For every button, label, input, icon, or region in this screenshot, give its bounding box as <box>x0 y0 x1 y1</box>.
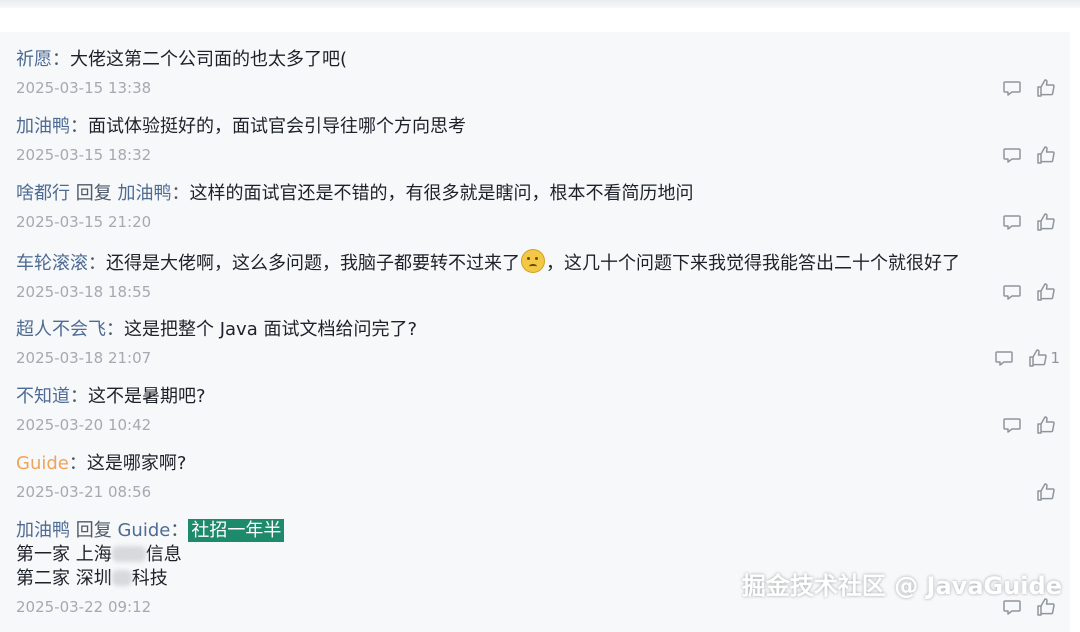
previous-content-strip <box>0 0 1080 8</box>
redacted-text <box>111 570 132 586</box>
reply-label: 回复 <box>75 520 112 541</box>
thumbs-up-icon[interactable] <box>1036 212 1056 232</box>
comment-timestamp: 2025-03-21 08:56 <box>16 483 152 501</box>
comment-separator: ： <box>171 183 190 204</box>
comment-text-continued: ，这几十个问题下来我觉得我能答出二十个就很好了 <box>546 253 960 274</box>
comment-item: 加油鸭 回复 Guide： 社招一年半 第一家 上海 信息 第二家 深圳 科技 202… <box>16 519 1056 617</box>
comment-username[interactable]: 车轮滚滚 <box>16 253 88 274</box>
comment-text: 大佬这第二个公司面的也太多了吧( <box>70 49 348 70</box>
thumbs-up-icon[interactable] <box>1036 145 1056 165</box>
reply-target-username[interactable]: Guide <box>117 520 170 541</box>
comment-username[interactable]: 不知道 <box>16 386 70 407</box>
comment-timestamp: 2025-03-15 21:20 <box>16 213 152 231</box>
like-count: 1 <box>1050 349 1060 367</box>
comment-bubble-icon[interactable] <box>1002 78 1022 98</box>
comment-text: 第一家 上海 <box>16 544 112 565</box>
comment-item: 啥都行 回复 加油鸭：这样的面试官还是不错的，有很多就是瞎问，根本不看简历地问 … <box>16 182 1056 232</box>
comment-item: Guide：这是哪家啊? 2025-03-21 08:56 <box>16 452 1056 502</box>
comment-line: 第一家 上海 信息 <box>16 543 1056 567</box>
comment-text: 面试体验挺好的，面试官会引导往哪个方向思考 <box>88 116 466 137</box>
comment-separator: ： <box>52 49 70 70</box>
redacted-text <box>111 546 146 562</box>
comment-text: 第二家 深圳 <box>16 568 112 589</box>
thumbs-up-icon[interactable] <box>1036 482 1056 502</box>
thumbs-up-icon[interactable] <box>1036 78 1056 98</box>
comment-item: 超人不会飞：这是把整个 Java 面试文档给问完了? 2025-03-18 21… <box>16 318 1060 368</box>
comment-item: 加油鸭：面试体验挺好的，面试官会引导往哪个方向思考 2025-03-15 18:… <box>16 115 1056 165</box>
pleading-face-emoji-icon <box>521 249 545 273</box>
comment-bubble-icon[interactable] <box>994 348 1014 368</box>
comment-separator: ： <box>70 116 88 137</box>
thumbs-up-icon[interactable] <box>1036 282 1056 302</box>
thumbs-up-icon[interactable] <box>1036 415 1056 435</box>
comment-bubble-icon[interactable] <box>1002 145 1022 165</box>
comment-separator: ： <box>70 386 88 407</box>
comment-text: 科技 <box>131 568 168 589</box>
thumbs-up-icon[interactable] <box>1028 348 1048 368</box>
comment-separator: ： <box>88 253 106 274</box>
watermark: 掘金技术社区 @ JavaGuide <box>741 572 1062 600</box>
comment-text: 这不是暑期吧? <box>88 386 206 407</box>
author-username[interactable]: Guide <box>16 453 69 474</box>
comment-bubble-icon[interactable] <box>1002 212 1022 232</box>
comment-separator: ： <box>170 520 189 541</box>
comment-username[interactable]: 超人不会飞 <box>16 319 106 340</box>
comment-separator: ： <box>68 453 87 474</box>
comment-timestamp: 2025-03-15 13:38 <box>16 79 152 97</box>
comment-text: 这是哪家啊? <box>86 453 187 474</box>
comment-item: 车轮滚滚：还得是大佬啊，这么多问题，我脑子都要转不过来了 ，这几十个问题下来我觉得… <box>16 249 1056 302</box>
reply-label: 回复 <box>75 183 112 204</box>
comment-item: 祈愿：大佬这第二个公司面的也太多了吧( 2025-03-15 13:38 <box>16 48 1056 98</box>
comment-timestamp: 2025-03-20 10:42 <box>16 416 152 434</box>
comment-item: 不知道：这不是暑期吧? 2025-03-20 10:42 <box>16 385 1056 435</box>
comment-timestamp: 2025-03-15 18:32 <box>16 146 152 164</box>
comment-panel: 祈愿：大佬这第二个公司面的也太多了吧( 2025-03-15 13:38 加油鸭… <box>0 32 1070 632</box>
like-button[interactable]: 1 <box>1028 348 1060 368</box>
comment-username[interactable]: 祈愿 <box>16 49 52 70</box>
comment-bubble-icon[interactable] <box>1002 282 1022 302</box>
comment-timestamp: 2025-03-18 21:07 <box>16 349 152 367</box>
comment-text: 信息 <box>145 544 182 565</box>
highlighted-text: 社招一年半 <box>188 519 285 542</box>
reply-target-username[interactable]: 加油鸭 <box>117 183 171 204</box>
comment-username[interactable]: 啥都行 <box>16 183 70 204</box>
comment-text: 这是把整个 Java 面试文档给问完了? <box>124 319 418 340</box>
comment-username[interactable]: 加油鸭 <box>16 116 70 137</box>
comment-username[interactable]: 加油鸭 <box>16 520 70 541</box>
comment-separator: ： <box>106 319 124 340</box>
comment-timestamp: 2025-03-18 18:55 <box>16 283 152 301</box>
comment-bubble-icon[interactable] <box>1002 415 1022 435</box>
comment-text: 这样的面试官还是不错的，有很多就是瞎问，根本不看简历地问 <box>189 183 694 204</box>
comment-text: 还得是大佬啊，这么多问题，我脑子都要转不过来了 <box>106 253 520 274</box>
